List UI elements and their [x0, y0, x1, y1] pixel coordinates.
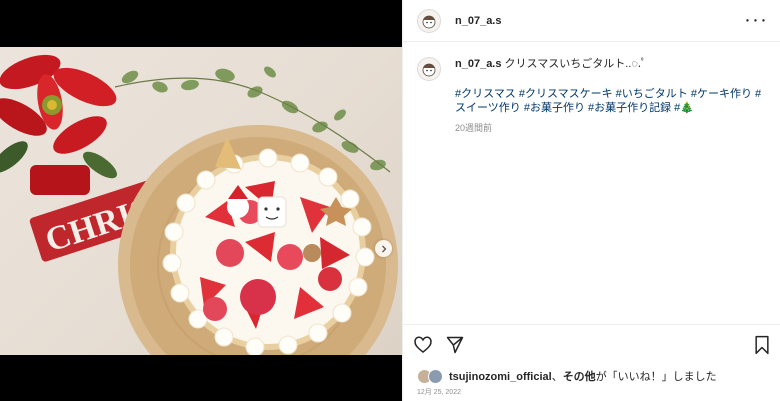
- post-details-panel: n_07_a.s ･･･ n_07_a.s クリスマスいちごタルト..◌.ﾟ #…: [402, 0, 780, 401]
- liker-avatar[interactable]: [428, 368, 443, 384]
- time-ago: 20週間前: [455, 123, 493, 133]
- likes-summary: tsujinozomi_official、その他が「いいね！」しました: [417, 368, 717, 384]
- caption-text: クリスマスいちごタルト..◌.ﾟ: [501, 58, 647, 70]
- save-button[interactable]: [753, 335, 771, 355]
- hashtag-list[interactable]: #クリスマス #クリスマスケーキ #いちごタルト #ケーキ作り #スイーツ作り …: [455, 87, 763, 115]
- heart-icon: [414, 336, 432, 353]
- post-photo[interactable]: CHRISTMAS: [0, 47, 402, 355]
- caption: n_07_a.s クリスマスいちごタルト..◌.ﾟ #クリスマス #クリスマスケ…: [403, 42, 780, 135]
- caption-avatar[interactable]: [417, 57, 441, 81]
- likes-suffix: が「いいね！」しました: [595, 371, 717, 383]
- media-viewer: CHRISTMAS: [0, 0, 402, 401]
- post-header: n_07_a.s ･･･: [403, 0, 780, 42]
- liker-username[interactable]: tsujinozomi_official: [449, 371, 552, 383]
- next-image-button[interactable]: [375, 240, 392, 257]
- more-options-icon[interactable]: ･･･: [744, 11, 768, 31]
- likes-separator: 、: [551, 371, 563, 383]
- action-bar: [403, 324, 780, 364]
- share-button[interactable]: [445, 335, 465, 355]
- bookmark-icon: [755, 335, 769, 354]
- chevron-right-icon: [381, 245, 386, 252]
- likes-others-link[interactable]: その他: [563, 371, 596, 383]
- avatar[interactable]: [417, 8, 441, 33]
- like-button[interactable]: [413, 335, 433, 355]
- paper-plane-icon: [446, 336, 464, 353]
- post-date: 12月 25, 2022: [417, 389, 461, 396]
- caption-username[interactable]: n_07_a.s: [455, 58, 501, 70]
- post-username[interactable]: n_07_a.s: [455, 15, 501, 27]
